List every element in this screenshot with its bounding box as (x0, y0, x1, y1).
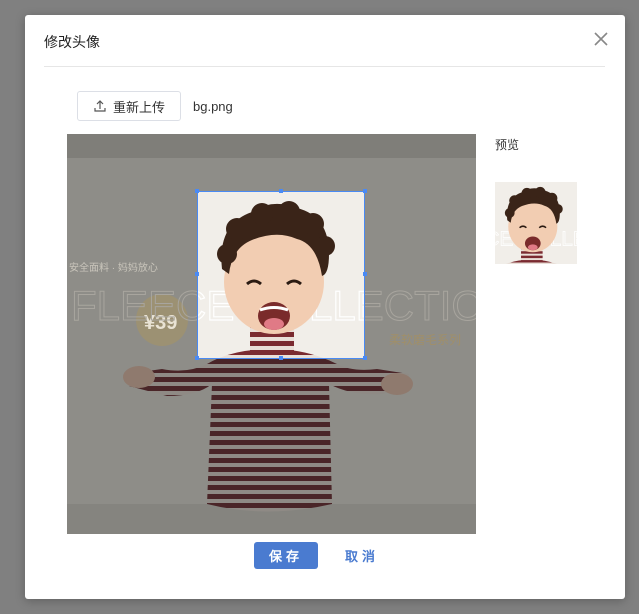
crop-image: 安全面料 · 妈妈放心 ¥39 FLEECE COLLECTION 柔软磨毛系列… (67, 134, 476, 534)
avatar-preview: FLEECE COLLECTION (495, 182, 577, 264)
crop-area[interactable]: 安全面料 · 妈妈放心 ¥39 FLEECE COLLECTION 柔软磨毛系列… (67, 134, 476, 534)
header-divider (44, 66, 605, 67)
banner-series: 柔软磨毛系列 (389, 333, 461, 347)
cancel-button[interactable]: 取消 (337, 542, 387, 569)
reupload-button[interactable]: 重新上传 (77, 91, 181, 121)
dialog-title: 修改头像 (44, 34, 100, 50)
preview-image: FLEECE COLLECTION (495, 182, 577, 264)
edit-avatar-dialog: 修改头像 重新上传 bg.png 安全面料 · 妈妈放心 ¥39 FLEECE … (25, 15, 625, 599)
file-name: bg.png (193, 99, 233, 114)
upload-icon (93, 99, 107, 113)
reupload-button-label: 重新上传 (112, 99, 165, 115)
banner-tagline: 安全面料 · 妈妈放心 (69, 261, 158, 274)
preview-label: 预览 (495, 138, 520, 152)
dialog-header: 修改头像 (25, 15, 625, 67)
close-icon[interactable] (593, 31, 609, 47)
save-button[interactable]: 保存 (254, 542, 318, 569)
